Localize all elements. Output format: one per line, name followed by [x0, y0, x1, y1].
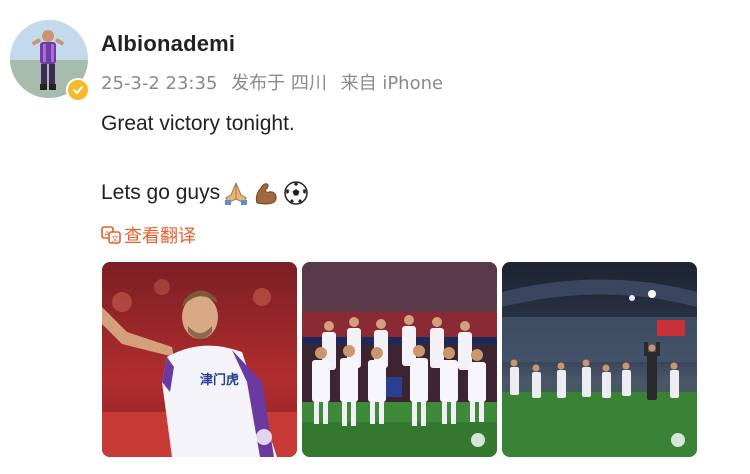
username[interactable]: Albionademi — [101, 31, 235, 57]
post-photo-2[interactable] — [302, 262, 497, 457]
translate-icon: A 文 — [101, 225, 121, 245]
post-meta: 25-3-2 23:35 发布于 四川 来自 iPhone — [101, 69, 451, 95]
post-photo-1[interactable]: 津门虎 — [102, 262, 297, 457]
translate-label: 查看翻译 — [124, 226, 196, 247]
svg-text:A: A — [105, 230, 110, 238]
soccer-ball-icon — [282, 180, 310, 206]
folded-hands-icon — [222, 180, 250, 206]
post-timestamp: 25-3-2 23:35 — [101, 73, 218, 94]
svg-text:文: 文 — [112, 234, 119, 243]
jersey-sponsor-text: 津门虎 — [200, 372, 239, 388]
post-text-line2-row: Lets go guys — [101, 180, 310, 206]
post-photo-3[interactable] — [502, 262, 697, 457]
post-device: 来自 iPhone — [340, 73, 444, 94]
post-text-line2: Lets go guys — [101, 181, 221, 204]
translate-link[interactable]: A 文 查看翻译 — [101, 222, 196, 248]
verified-badge-icon — [66, 78, 90, 102]
post-text-line1: Great victory tonight. — [101, 112, 295, 135]
post-location: 发布于 四川 — [231, 73, 327, 94]
flexed-biceps-icon — [252, 180, 280, 206]
